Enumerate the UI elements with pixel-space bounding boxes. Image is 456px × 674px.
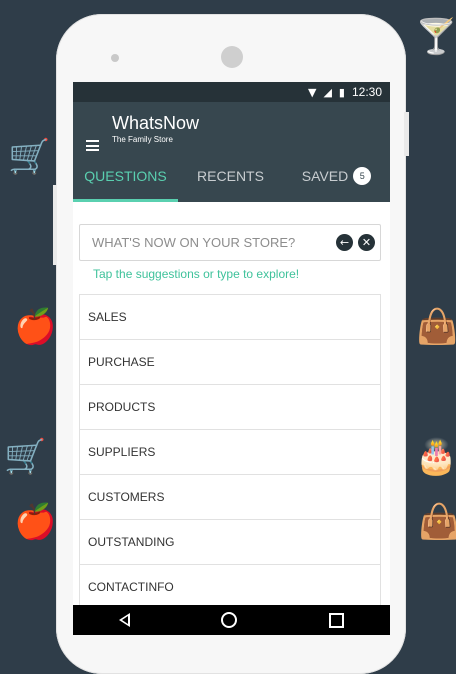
search-box: ← ✕: [79, 224, 381, 261]
background-bag-icon: 👜: [418, 502, 456, 542]
status-time: 12:30: [351, 85, 382, 99]
tab-recents[interactable]: RECENTS: [178, 150, 283, 202]
suggestion-list: SALES PURCHASE PRODUCTS SUPPLIERS CUSTOM…: [79, 294, 381, 611]
arrow-left-icon[interactable]: ←: [336, 234, 353, 251]
search-input[interactable]: [90, 234, 336, 251]
tab-questions[interactable]: QUESTIONS: [73, 150, 178, 202]
list-item-products[interactable]: PRODUCTS: [80, 385, 380, 430]
background-shopping-cart-icon: 🛒: [8, 137, 51, 177]
app-title: WhatsNow: [112, 113, 200, 133]
background-cake-icon: 🎂: [415, 437, 456, 477]
recent-apps-icon[interactable]: [329, 612, 345, 628]
saved-count-badge: 5: [353, 167, 372, 185]
list-item-contactinfo[interactable]: CONTACTINFO: [80, 565, 380, 610]
background-bag-icon: 👜: [416, 307, 456, 347]
tab-label: QUESTIONS: [84, 168, 167, 184]
clear-icon[interactable]: ✕: [358, 234, 375, 251]
list-item-suppliers[interactable]: SUPPLIERS: [80, 430, 380, 475]
phone-side-button: [53, 185, 57, 265]
background-apple-icon: 🍎: [14, 307, 57, 347]
back-icon[interactable]: [118, 613, 130, 627]
battery-icon: ▮: [338, 85, 345, 99]
list-item-outstanding[interactable]: OUTSTANDING: [80, 520, 380, 565]
background-apple-icon: 🍎: [14, 502, 57, 542]
system-nav-bar: [73, 605, 390, 635]
signal-icon: ◢: [323, 85, 332, 99]
phone-speaker: [221, 46, 243, 68]
tab-saved[interactable]: SAVED 5: [283, 150, 390, 202]
phone-sensor: [111, 54, 119, 62]
tab-label: SAVED: [301, 168, 349, 184]
list-item-sales[interactable]: SALES: [80, 295, 380, 340]
background-shopping-cart-icon: 🛒: [4, 437, 47, 477]
tab-label: RECENTS: [197, 168, 264, 184]
background-glass-icon: 🍸: [415, 17, 456, 57]
app-subtitle: The Family Store: [112, 135, 173, 144]
status-bar: ▼ ◢ ▮ 12:30: [73, 82, 390, 102]
list-item-purchase[interactable]: PURCHASE: [80, 340, 380, 385]
search-hint: Tap the suggestions or type to explore!: [93, 267, 300, 281]
list-item-customers[interactable]: CUSTOMERS: [80, 475, 380, 520]
home-icon[interactable]: [221, 612, 238, 628]
wifi-icon: ▼: [307, 85, 317, 99]
phone-side-button: [404, 112, 409, 156]
tab-bar: QUESTIONS RECENTS SAVED 5: [73, 150, 390, 202]
app-screen: ▼ ◢ ▮ 12:30 WhatsNow The Family Store QU…: [73, 82, 390, 635]
app-bar: WhatsNow The Family Store QUESTIONS RECE…: [73, 102, 390, 202]
